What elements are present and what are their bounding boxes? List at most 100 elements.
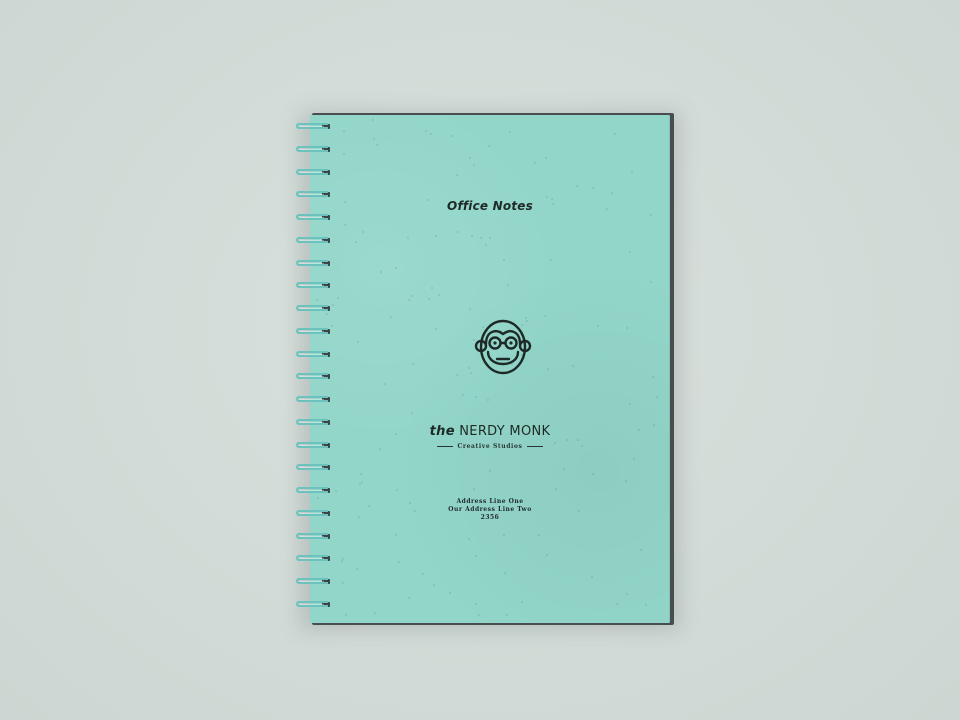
spiral-ring: [296, 372, 334, 381]
spiral-wire: [296, 351, 328, 357]
paper-speckle: [355, 241, 357, 243]
spiral-ring: [296, 259, 334, 268]
spiral-wire: [296, 260, 328, 266]
spiral-wire: [296, 123, 328, 129]
paper-speckle: [456, 174, 458, 176]
paper-speckle: [390, 316, 392, 318]
spiral-ring: [296, 395, 334, 404]
paper-speckle: [563, 468, 565, 470]
brand-subtitle: Creative Studios: [457, 443, 523, 450]
paper-speckle: [650, 214, 652, 216]
paper-speckle: [475, 555, 477, 557]
paper-speckle: [546, 554, 548, 556]
paper-speckle: [489, 470, 491, 472]
paper-speckle: [360, 473, 362, 475]
paper-speckle: [435, 328, 437, 330]
paper-speckle: [550, 259, 552, 261]
paper-speckle: [503, 534, 505, 536]
paper-speckle: [468, 367, 470, 369]
paper-speckle: [656, 396, 658, 398]
paper-speckle: [342, 582, 344, 584]
paper-speckle: [629, 251, 631, 253]
paper-speckle: [411, 295, 413, 297]
paper-speckle: [572, 365, 574, 367]
spiral-wire: [296, 464, 328, 470]
paper-speckle: [546, 196, 548, 198]
spiral-wire: [296, 396, 328, 402]
paper-speckle: [488, 145, 490, 147]
spiral-wire: [296, 373, 328, 379]
paper-speckle: [534, 162, 536, 164]
paper-speckle: [411, 412, 413, 414]
paper-speckle: [431, 287, 433, 289]
paper-speckle: [506, 614, 508, 616]
paper-speckle: [456, 374, 458, 376]
paper-speckle: [507, 284, 509, 286]
spiral-wire: [296, 533, 328, 539]
paper-speckle: [469, 308, 471, 310]
spiral-ring: [296, 554, 334, 563]
spiral-ring: [296, 122, 334, 131]
paper-speckle: [468, 538, 470, 540]
paper-speckle: [473, 488, 475, 490]
paper-speckle: [521, 601, 523, 603]
paper-speckle: [395, 534, 397, 536]
spiral-ring: [296, 213, 334, 222]
paper-speckle: [591, 576, 593, 578]
spiral-binding: [296, 122, 336, 612]
subtitle-rule-right: [526, 446, 543, 447]
paper-speckle: [545, 157, 547, 159]
paper-speckle: [345, 614, 347, 616]
spiral-ring: [296, 145, 334, 154]
paper-speckle: [343, 153, 345, 155]
paper-speckle: [341, 560, 343, 562]
paper-speckle: [626, 327, 628, 329]
spiral-ring: [296, 281, 334, 290]
paper-speckle: [469, 157, 471, 159]
paper-speckle: [504, 572, 506, 574]
paper-speckle: [614, 133, 616, 135]
paper-speckle: [577, 439, 579, 441]
paper-speckle: [645, 604, 647, 606]
paper-speckle: [611, 192, 613, 194]
address-block: Address Line One Our Address Line Two 23…: [310, 498, 670, 522]
spiral-wire: [296, 555, 328, 561]
paper-speckle: [631, 171, 633, 173]
paper-speckle: [398, 561, 400, 563]
paper-speckle: [372, 119, 374, 121]
paper-speckle: [489, 237, 491, 239]
spiral-wire: [296, 487, 328, 493]
paper-speckle: [555, 488, 557, 490]
paper-speckle: [566, 439, 568, 441]
brand-name: NERDY MONK: [459, 424, 551, 439]
paper-speckle: [626, 593, 628, 595]
paper-speckle: [408, 597, 410, 599]
spiral-ring: [296, 532, 334, 541]
spiral-ring: [296, 236, 334, 245]
paper-speckle: [356, 568, 358, 570]
spiral-ring: [296, 327, 334, 336]
address-line-2: Our Address Line Two: [448, 506, 532, 513]
spiral-ring: [296, 190, 334, 199]
spiral-ring: [296, 168, 334, 177]
spiral-wire: [296, 305, 328, 311]
paper-speckle: [509, 131, 511, 133]
spiral-ring: [296, 486, 334, 495]
paper-speckle: [475, 603, 477, 605]
paper-speckle: [374, 612, 376, 614]
paper-speckle: [592, 187, 594, 189]
paper-speckle: [457, 231, 459, 233]
paper-speckle: [396, 489, 398, 491]
paper-speckle: [480, 237, 482, 239]
paper-speckle: [650, 281, 652, 283]
paper-speckle: [471, 235, 473, 237]
paper-speckle: [640, 549, 642, 551]
paper-speckle: [357, 341, 359, 343]
spiral-ring: [296, 350, 334, 359]
paper-speckle: [576, 185, 578, 187]
paper-speckle: [337, 297, 339, 299]
spiral-wire: [296, 237, 328, 243]
paper-speckle: [616, 603, 618, 605]
spiral-ring: [296, 463, 334, 472]
paper-speckle: [376, 144, 378, 146]
